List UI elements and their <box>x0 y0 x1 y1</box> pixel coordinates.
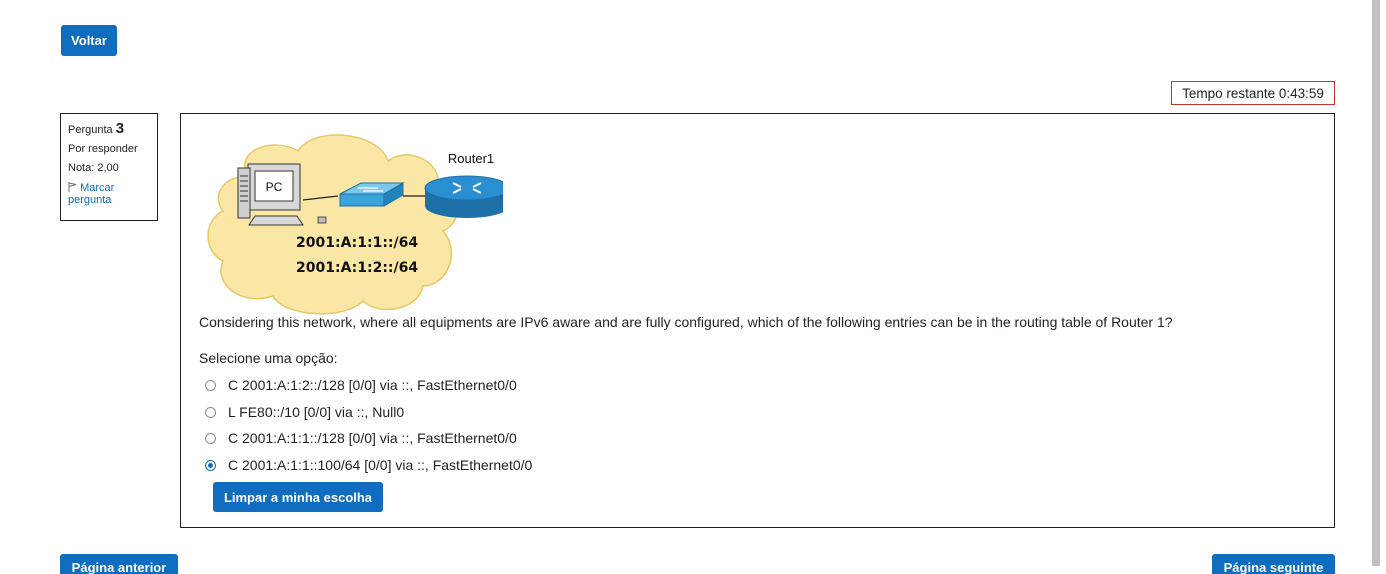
question-status: Por responder <box>68 143 138 155</box>
answer-option-label: C 2001:A:1:2::/128 [0/0] via ::, FastEth… <box>228 377 517 393</box>
network-cloud <box>207 134 459 315</box>
next-page-button[interactable]: Página seguinte <box>1212 554 1335 574</box>
network1-label: 2001:A:1:1::/64 <box>296 235 418 251</box>
flag-question-link[interactable]: Marcar pergunta <box>68 182 150 206</box>
flag-outline-icon <box>68 182 80 194</box>
answer-option[interactable]: C 2001:A:1:1::/128 [0/0] via ::, FastEth… <box>205 430 517 446</box>
answer-option[interactable]: L FE80::/10 [0/0] via ::, Null0 <box>205 404 404 420</box>
network2-label: 2001:A:1:2::/64 <box>296 260 418 276</box>
scrollbar[interactable] <box>1372 0 1380 566</box>
router-label: Router1 <box>448 151 494 166</box>
router-icon: Router1 <box>424 151 503 218</box>
question-info-panel: Pergunta 3 Por responder Nota: 2,00 Marc… <box>60 113 158 221</box>
answer-option[interactable]: C 2001:A:1:1::100/64 [0/0] via ::, FastE… <box>205 457 532 473</box>
question-label: Pergunta <box>68 124 113 136</box>
question-content: PC Router1 2001:A:1:1::/64 2001:A:1:2::/… <box>180 113 1335 528</box>
radio-button-selected[interactable] <box>205 459 216 471</box>
question-text: Considering this network, where all equi… <box>199 314 1173 330</box>
answer-option-label: C 2001:A:1:1::100/64 [0/0] via ::, FastE… <box>228 457 533 473</box>
answer-prompt: Selecione uma opção: <box>199 350 338 366</box>
question-number-value: 3 <box>115 120 125 137</box>
previous-page-button[interactable]: Página anterior <box>60 554 178 574</box>
network-diagram: PC Router1 2001:A:1:1::/64 2001:A:1:2::/… <box>207 134 503 315</box>
radio-button[interactable] <box>205 406 216 418</box>
back-button[interactable]: Voltar <box>61 25 117 56</box>
question-grade: Nota: 2,00 <box>68 162 119 174</box>
radio-button[interactable] <box>205 379 216 391</box>
answer-option[interactable]: C 2001:A:1:2::/128 [0/0] via ::, FastEth… <box>205 377 517 393</box>
clear-choice-button[interactable]: Limpar a minha escolha <box>213 482 383 512</box>
pc-label: PC <box>266 180 283 194</box>
radio-button[interactable] <box>205 432 216 444</box>
timer-display: Tempo restante 0:43:59 <box>1171 81 1335 105</box>
answer-option-label: L FE80::/10 [0/0] via ::, Null0 <box>228 404 405 420</box>
answer-option-label: C 2001:A:1:1::/128 [0/0] via ::, FastEth… <box>228 430 517 446</box>
question-number: Pergunta 3 <box>68 120 150 137</box>
